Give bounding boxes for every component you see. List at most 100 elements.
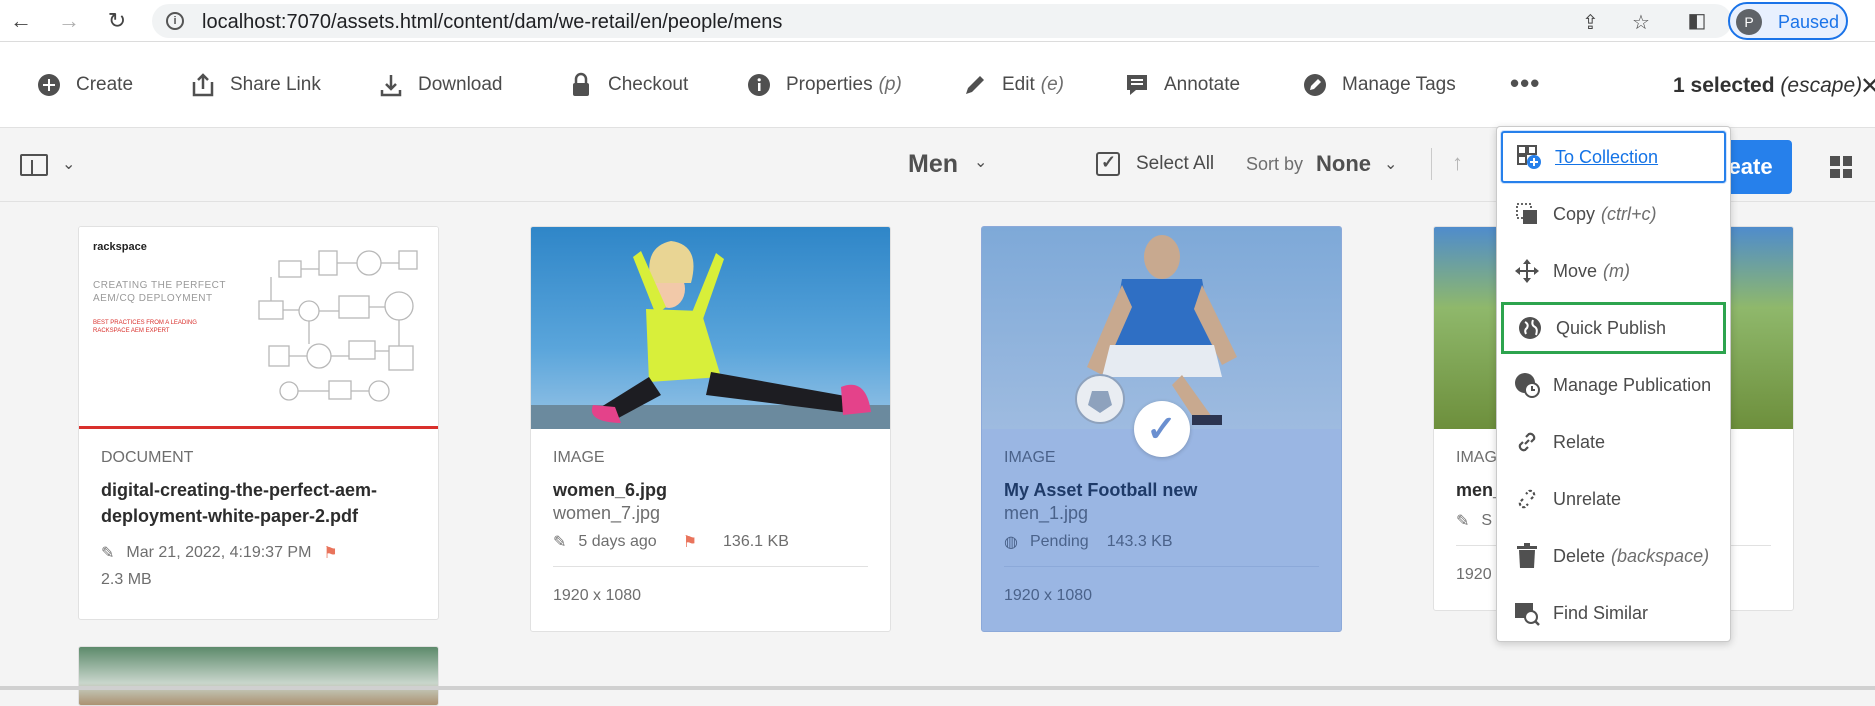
pencil-icon: ✎: [1456, 513, 1470, 530]
asset-size: 143.3 KB: [1106, 533, 1173, 550]
menu-item-copy[interactable]: Copy (ctrl+c): [1501, 188, 1726, 240]
menu-item-manage-publication[interactable]: Manage Publication: [1501, 359, 1726, 411]
asset-size: 136.1 KB: [723, 533, 789, 550]
woman-stretching-image: [531, 241, 890, 429]
view-switcher-icon[interactable]: [1830, 156, 1852, 178]
create-label: Create: [76, 74, 134, 95]
manage-tags-button[interactable]: Manage Tags: [1302, 70, 1456, 100]
avatar: P: [1736, 9, 1762, 35]
menu-item-shortcut: (backspace): [1611, 545, 1710, 566]
share-link-button[interactable]: Share Link: [190, 70, 321, 100]
more-actions-menu: To Collection Copy (ctrl+c) Move (m) Qui…: [1496, 126, 1731, 642]
trash-icon: [1513, 542, 1541, 570]
properties-button[interactable]: Properties (p): [746, 70, 902, 100]
close-selection-icon[interactable]: ✕: [1860, 72, 1875, 101]
checkout-button[interactable]: Checkout: [568, 70, 688, 100]
address-bar[interactable]: i localhost:7070/assets.html/content/dam…: [152, 4, 1732, 38]
menu-item-label: Copy: [1553, 203, 1596, 224]
menu-item-label: To Collection: [1555, 146, 1659, 167]
asset-thumbnail: [982, 227, 1341, 429]
selection-count: 1 selected (escape): [1673, 74, 1862, 98]
share-icon: [190, 72, 216, 98]
asset-type: DOCUMENT: [101, 449, 194, 466]
checkmark-icon[interactable]: ✓: [1133, 401, 1190, 457]
share-link-label: Share Link: [230, 74, 321, 95]
asset-dimensions: 1920 x 1080: [1004, 587, 1093, 604]
asset-card-document[interactable]: rackspace CREATING THE PERFECT AEM/CQ DE…: [78, 226, 439, 620]
asset-card-partial[interactable]: [78, 646, 439, 706]
modified-date: 5 days ago: [578, 533, 657, 550]
selection-count-label: 1 selected: [1673, 74, 1775, 97]
asset-title[interactable]: digital-creating-the-perfect-aem-deploym…: [101, 477, 416, 529]
pencil-icon: ✎: [101, 545, 115, 562]
edit-button[interactable]: Edit (e): [962, 70, 1064, 100]
menu-item-unrelate[interactable]: Unrelate: [1501, 473, 1726, 525]
site-info-icon[interactable]: i: [166, 12, 184, 30]
folder-title[interactable]: Men: [908, 150, 958, 179]
properties-label: Properties: [786, 74, 873, 95]
asset-card-selected[interactable]: ✓ IMAGE My Asset Football new men_1.jpg …: [981, 226, 1342, 632]
globe-publish-icon: [1516, 314, 1544, 342]
asset-size: 2.3 MB: [101, 571, 152, 588]
profile-status: Paused: [1778, 12, 1840, 32]
menu-item-shortcut: (ctrl+c): [1601, 203, 1657, 224]
unlink-icon: [1513, 485, 1541, 513]
back-arrow-icon[interactable]: ←: [8, 8, 34, 34]
menu-item-move[interactable]: Move (m): [1501, 245, 1726, 297]
lock-icon: [568, 72, 594, 98]
asset-thumbnail: [79, 647, 438, 705]
asset-filename: women_7.jpg: [553, 503, 661, 523]
select-all-button[interactable]: Select All: [1096, 152, 1214, 176]
asset-card-image[interactable]: IMAGE women_6.jpg women_7.jpg ✎ 5 days a…: [530, 226, 891, 632]
chevron-down-icon[interactable]: ⌄: [62, 154, 75, 174]
flag-icon: ⚑: [682, 534, 698, 551]
flag-icon: ⚑: [323, 545, 338, 562]
globe-icon: ◍: [1004, 534, 1018, 551]
menu-item-quick-publish[interactable]: Quick Publish: [1501, 302, 1726, 354]
reload-icon[interactable]: ↻: [104, 8, 130, 34]
bookmark-star-icon[interactable]: ☆: [1632, 10, 1650, 35]
annotate-label: Annotate: [1164, 74, 1241, 95]
document-thumbnail: rackspace CREATING THE PERFECT AEM/CQ DE…: [79, 227, 438, 429]
download-icon: [378, 72, 404, 98]
browser-toolbar: ← → ↻ i localhost:7070/assets.html/conte…: [0, 0, 1875, 42]
sort-direction-icon[interactable]: ↑: [1452, 150, 1463, 176]
chevron-down-icon[interactable]: ⌄: [1384, 154, 1397, 174]
football-player-image: [1075, 235, 1237, 425]
menu-item-relate[interactable]: Relate: [1501, 416, 1726, 468]
sort-select[interactable]: None: [1316, 151, 1371, 177]
move-arrows-icon: [1513, 257, 1541, 285]
rail-toggle-icon[interactable]: [20, 154, 48, 176]
profile-button[interactable]: P Paused: [1728, 2, 1848, 40]
side-panel-icon[interactable]: ◧: [1684, 8, 1710, 34]
tag-icon: [1302, 72, 1328, 98]
checkbox-icon: [1096, 152, 1120, 176]
menu-item-label: Unrelate: [1553, 488, 1622, 509]
plus-circle-icon: [36, 72, 62, 98]
download-button[interactable]: Download: [378, 70, 503, 100]
modified-date: S: [1481, 512, 1493, 529]
menu-item-find-similar[interactable]: Find Similar: [1501, 587, 1726, 639]
more-actions-icon[interactable]: •••: [1510, 68, 1540, 99]
collection-add-icon: [1515, 143, 1543, 171]
horizontal-scrollbar[interactable]: [0, 686, 1875, 690]
create-action-button[interactable]: Create: [36, 70, 133, 100]
doc-heading: CREATING THE PERFECT AEM/CQ DEPLOYMENT: [93, 280, 226, 304]
menu-item-delete[interactable]: Delete (backspace): [1501, 530, 1726, 582]
asset-title[interactable]: My Asset Football new: [1004, 477, 1319, 503]
forward-arrow-icon[interactable]: →: [56, 8, 82, 34]
chevron-down-icon[interactable]: ⌄: [974, 152, 987, 172]
share-page-icon[interactable]: ⇪: [1582, 10, 1599, 35]
menu-item-label: Manage Publication: [1553, 374, 1712, 395]
selection-escape-hint: (escape): [1780, 74, 1863, 97]
annotate-button[interactable]: Annotate: [1124, 70, 1240, 100]
find-similar-icon: [1513, 599, 1541, 627]
url-text[interactable]: localhost:7070/assets.html/content/dam/w…: [202, 11, 782, 34]
checkout-label: Checkout: [608, 74, 689, 95]
menu-item-to-collection[interactable]: To Collection: [1501, 131, 1726, 183]
annotate-icon: [1124, 72, 1150, 98]
manage-tags-label: Manage Tags: [1342, 74, 1456, 95]
asset-title[interactable]: women_6.jpg: [553, 477, 868, 503]
copy-icon: [1513, 200, 1541, 228]
asset-dimensions: 1920 x 1080: [553, 587, 642, 604]
